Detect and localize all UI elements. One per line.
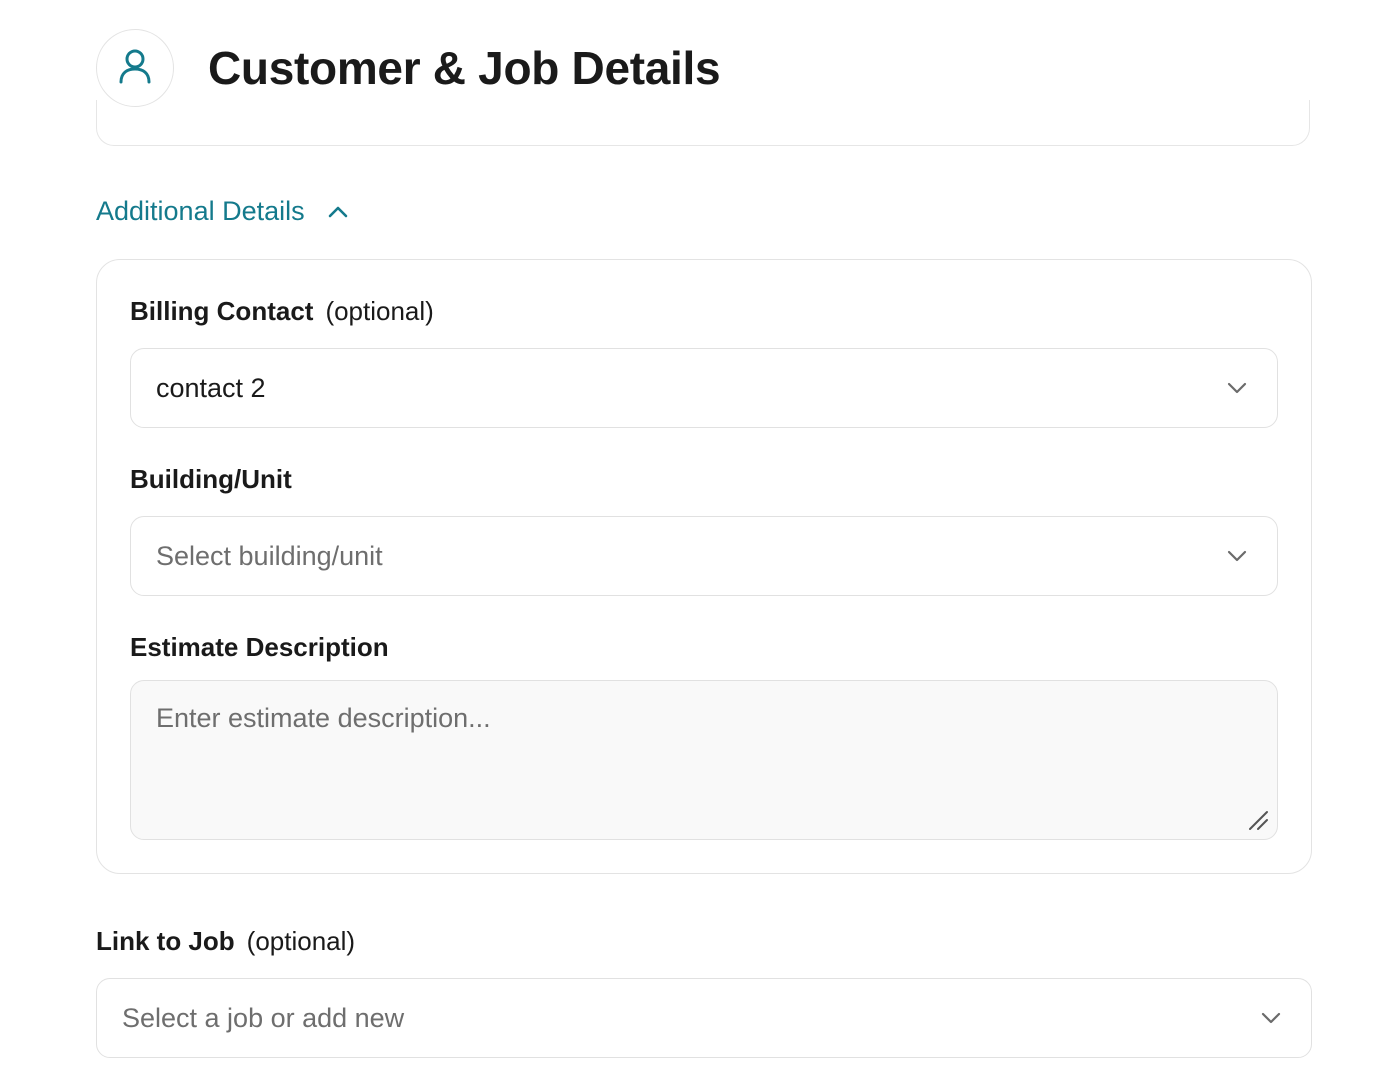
billing-contact-label: Billing Contact (optional) xyxy=(130,296,434,327)
link-to-job-optional: (optional) xyxy=(246,926,356,956)
chevron-down-icon xyxy=(1225,376,1249,400)
additional-details-label: Additional Details xyxy=(96,196,305,226)
resize-handle-icon[interactable] xyxy=(1247,809,1269,831)
chevron-up-icon xyxy=(327,205,349,219)
page: Customer & Job Details Additional Detail… xyxy=(0,0,1376,1080)
link-to-job-select[interactable]: Select a job or add new xyxy=(96,978,1312,1058)
estimate-description-label: Estimate Description xyxy=(130,632,389,662)
billing-contact-select[interactable]: contact 2 xyxy=(130,348,1278,428)
building-unit-select[interactable]: Select building/unit xyxy=(130,516,1278,596)
avatar xyxy=(96,29,174,107)
page-title: Customer & Job Details xyxy=(208,42,721,94)
chevron-down-icon xyxy=(1225,544,1249,568)
user-icon xyxy=(118,48,152,89)
estimate-description-placeholder: Enter estimate description... xyxy=(156,703,491,733)
chevron-down-icon xyxy=(1259,1006,1283,1030)
header: Customer & Job Details xyxy=(96,28,721,108)
additional-details-toggle[interactable]: Additional Details xyxy=(96,196,349,227)
billing-contact-label-text: Billing Contact xyxy=(130,296,314,326)
link-to-job-label: Link to Job (optional) xyxy=(96,926,355,957)
estimate-description-textarea[interactable]: Enter estimate description... xyxy=(130,680,1278,840)
additional-details-card: Billing Contact (optional) contact 2 Buil… xyxy=(96,259,1312,874)
link-to-job-placeholder: Select a job or add new xyxy=(122,1002,405,1033)
link-to-job-label-text: Link to Job xyxy=(96,926,235,956)
billing-contact-value: contact 2 xyxy=(156,372,266,403)
building-unit-placeholder: Select building/unit xyxy=(156,540,383,571)
previous-card-edge xyxy=(96,100,1310,146)
building-unit-label: Building/Unit xyxy=(130,464,292,494)
billing-contact-optional: (optional) xyxy=(325,296,434,326)
